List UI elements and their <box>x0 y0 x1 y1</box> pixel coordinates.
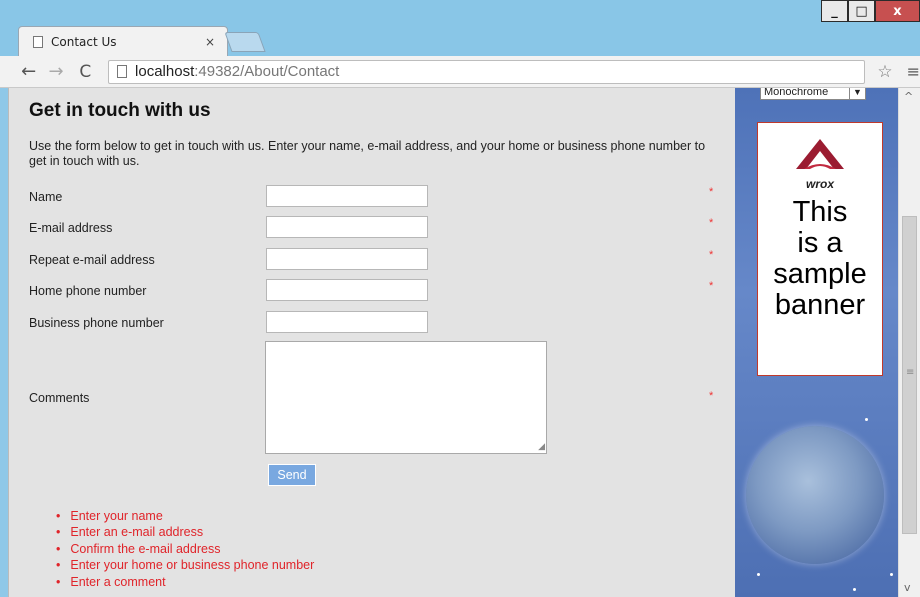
scroll-down-icon[interactable]: v <box>904 581 911 594</box>
theme-select-value: Monochrome <box>764 88 829 98</box>
error-item: Enter your home or business phone number <box>56 557 314 573</box>
business-phone-label: Business phone number <box>29 316 164 330</box>
error-item: Confirm the e-mail address <box>56 541 314 557</box>
email-label: E-mail address <box>29 221 113 235</box>
browser-tab[interactable]: Contact Us × <box>18 26 228 56</box>
decorative-orb <box>746 426 884 564</box>
window-titlebar: _ □ x Contact Us × <box>0 0 920 58</box>
name-input[interactable] <box>266 185 428 207</box>
intro-text: Use the form below to get in touch with … <box>29 139 706 168</box>
name-label: Name <box>29 190 63 204</box>
resize-grip-icon[interactable]: ◢ <box>538 441 545 452</box>
minimize-button[interactable]: _ <box>821 0 848 22</box>
theme-select[interactable]: Monochrome ▼ <box>760 88 866 100</box>
forward-arrow-icon[interactable]: → <box>45 61 66 82</box>
sparkle-icon <box>757 573 760 576</box>
main-content: Get in touch with us Use the form below … <box>9 88 735 597</box>
banner-line: sample <box>773 258 867 290</box>
vertical-scrollbar[interactable]: ^ ≡ v <box>898 88 920 597</box>
send-button[interactable]: Send <box>268 464 316 486</box>
validation-summary: Enter your name Enter an e-mail address … <box>56 508 314 590</box>
sidebar: Monochrome ▼ wrox This is a sample banne… <box>735 88 906 597</box>
reload-icon[interactable]: C <box>75 62 96 82</box>
scrollbar-thumb[interactable]: ≡ <box>902 216 917 534</box>
required-marker: * <box>709 280 714 292</box>
business-phone-input[interactable] <box>266 311 428 333</box>
page-viewport: Get in touch with us Use the form below … <box>8 88 906 597</box>
sparkle-icon <box>890 573 893 576</box>
email-input[interactable] <box>266 216 428 238</box>
page-icon <box>33 35 43 48</box>
grip-icon: ≡ <box>906 367 915 378</box>
close-window-button[interactable]: x <box>875 0 920 22</box>
wrox-logo-icon: wrox <box>758 135 882 191</box>
required-marker: * <box>709 217 714 229</box>
menu-icon[interactable]: ≡ <box>907 62 920 81</box>
scroll-up-icon[interactable]: ^ <box>904 90 913 103</box>
home-phone-input[interactable] <box>266 279 428 301</box>
banner-text: This is a sample banner <box>758 197 882 321</box>
banner-line: banner <box>774 289 866 321</box>
comments-label: Comments <box>29 391 90 405</box>
chevron-down-icon[interactable]: ▼ <box>849 88 865 99</box>
page-icon <box>117 65 128 78</box>
repeat-email-input[interactable] <box>266 248 428 270</box>
banner-line: is a <box>797 227 843 259</box>
home-phone-label: Home phone number <box>29 284 147 298</box>
back-arrow-icon[interactable]: ← <box>18 61 39 82</box>
required-marker: * <box>709 186 714 198</box>
url-host: localhost <box>135 63 195 80</box>
sparkle-icon <box>853 588 856 591</box>
error-item: Enter a comment <box>56 574 314 590</box>
url-path: :49382/About/Contact <box>194 63 340 80</box>
error-item: Enter your name <box>56 508 314 524</box>
tab-close-icon[interactable]: × <box>205 35 215 49</box>
window-controls: _ □ x <box>821 0 920 30</box>
address-bar[interactable]: localhost:49382/About/Contact <box>108 59 866 84</box>
sample-banner[interactable]: wrox This is a sample banner <box>757 122 883 376</box>
banner-line: This <box>792 196 848 228</box>
wrox-logo-text: wrox <box>805 177 834 191</box>
error-item: Enter an e-mail address <box>56 524 314 540</box>
tab-title: Contact Us <box>51 34 117 49</box>
required-marker: * <box>709 249 714 261</box>
new-tab-button[interactable] <box>224 32 266 52</box>
repeat-email-label: Repeat e-mail address <box>29 253 155 267</box>
comments-textarea[interactable]: ◢ <box>265 341 547 454</box>
required-marker: * <box>709 390 714 402</box>
bookmark-star-icon[interactable]: ☆ <box>877 62 892 82</box>
maximize-button[interactable]: □ <box>848 0 875 22</box>
browser-toolbar: ← → C localhost:49382/About/Contact ☆ ≡ <box>0 56 920 88</box>
sparkle-icon <box>865 418 868 421</box>
page-title: Get in touch with us <box>29 100 211 121</box>
